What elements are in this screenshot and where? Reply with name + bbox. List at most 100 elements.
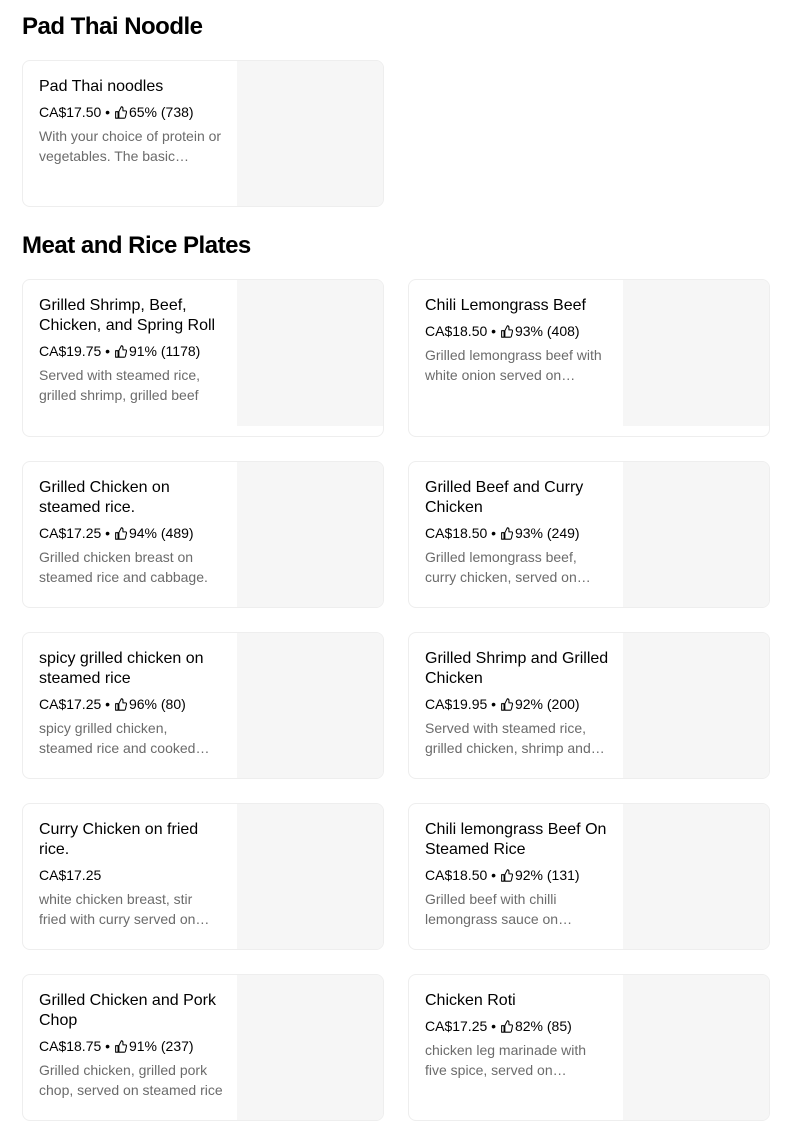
menu-item-name: Curry Chicken on fried rice. [39, 821, 199, 858]
menu-item-info: Curry Chicken on fried rice. CA$17.25 wh… [39, 820, 223, 929]
menu-item-card[interactable]: Grilled Chicken and Pork Chop CA$18.75 •… [22, 974, 384, 1121]
menu-item-price: CA$18.50 [425, 525, 488, 541]
thumbs-up-icon [500, 867, 514, 882]
menu-item-image [237, 804, 383, 949]
meta-separator: • [487, 1018, 500, 1034]
menu-item-meta: CA$18.50 • 92% (131) [425, 865, 609, 885]
menu-item-image [623, 804, 769, 949]
menu-item-price: CA$19.75 [39, 343, 102, 359]
menu-item-description: Grilled chicken, grilled pork chop, serv… [39, 1062, 223, 1098]
menu-item-name: Pad Thai noodles [39, 78, 164, 95]
menu-item-meta: CA$18.50 • 93% (249) [425, 523, 609, 543]
menu-item-rating: 96% (80) [128, 696, 186, 712]
menu-item-image [237, 462, 383, 607]
menu-item-price: CA$17.25 [39, 525, 102, 541]
meta-separator: • [101, 696, 114, 712]
meta-separator: • [101, 104, 114, 120]
menu-item-price: CA$17.50 [39, 104, 102, 120]
menu-item-price: CA$17.25 [425, 1018, 488, 1034]
menu-item-meta: CA$19.95 • 92% (200) [425, 694, 609, 714]
menu-item-card[interactable]: Chili lemongrass Beef On Steamed Rice CA… [408, 803, 770, 950]
menu-item-meta: CA$18.50 • 93% (408) [425, 321, 609, 341]
menu-item-card[interactable]: Curry Chicken on fried rice. CA$17.25 wh… [22, 803, 384, 950]
menu-item-description: Served with steamed rice, grilled shrimp… [39, 367, 201, 403]
menu-item-info: Grilled Chicken and Pork Chop CA$18.75 •… [39, 991, 223, 1100]
menu-item-info: Grilled Shrimp and Grilled Chicken CA$19… [425, 649, 609, 758]
menu-item-image [623, 462, 769, 607]
menu-item-info: Chili lemongrass Beef On Steamed Rice CA… [425, 820, 609, 929]
menu-item-info: Grilled Chicken on steamed rice. CA$17.2… [39, 478, 223, 587]
menu-item-name: spicy grilled chicken on steamed rice [39, 650, 204, 687]
menu-item-image [623, 280, 769, 426]
menu-item-info: Grilled Beef and Curry Chicken CA$18.50 … [425, 478, 609, 587]
meta-separator: • [487, 323, 500, 339]
menu-item-price: CA$18.50 [425, 323, 488, 339]
thumbs-up-icon [500, 323, 514, 338]
thumbs-up-icon [114, 525, 128, 540]
menu-item-price: CA$18.75 [39, 1038, 102, 1054]
menu-item-price: CA$17.25 [39, 867, 102, 883]
menu-item-description: With your choice of protein or vegetable… [39, 128, 222, 164]
menu-item-info: Pad Thai noodles CA$17.50 • 65% (738) Wi… [39, 77, 223, 166]
menu-item-meta: CA$17.25 • 82% (85) [425, 1016, 609, 1036]
menu-item-image [237, 61, 383, 206]
meta-separator: • [101, 1038, 114, 1054]
meta-separator: • [101, 525, 114, 541]
meta-separator: • [487, 696, 500, 712]
menu-item-description: Grilled chicken breast on steamed rice a… [39, 549, 208, 585]
menu-item-description: Grilled beef with chilli lemongrass sauc… [425, 891, 559, 927]
menu-item-description: Grilled lemongrass beef with white onion… [425, 347, 602, 383]
menu-item-info: Chili Lemongrass Beef CA$18.50 • 93% (40… [425, 296, 609, 385]
thumbs-up-icon [114, 1038, 128, 1053]
menu-item-price: CA$19.95 [425, 696, 488, 712]
menu-item-description: Served with steamed rice, grilled chicke… [425, 720, 591, 756]
menu-item-meta: CA$17.25 [39, 865, 223, 885]
menu-item-card[interactable]: Chicken Roti CA$17.25 • 82% (85) chicken… [408, 974, 770, 1121]
menu-item-meta: CA$18.75 • 91% (237) [39, 1036, 223, 1056]
thumbs-up-icon [114, 104, 128, 119]
menu-item-info: spicy grilled chicken on steamed rice CA… [39, 649, 223, 758]
menu-item-meta: CA$19.75 • 91% (1178) [39, 341, 223, 361]
menu-item-card[interactable]: Chili Lemongrass Beef CA$18.50 • 93% (40… [408, 279, 770, 437]
menu-item-rating: 92% (131) [514, 867, 580, 883]
menu-item-description: white chicken breast, stir fried with cu… [39, 891, 196, 927]
menu-item-name: Chili lemongrass Beef On Steamed Rice [425, 821, 607, 858]
menu-item-name: Grilled Chicken and Pork Chop [39, 992, 216, 1029]
menu-item-name: Chicken Roti [425, 992, 516, 1009]
thumbs-up-icon [114, 696, 128, 711]
menu-item-info: Grilled Shrimp, Beef, Chicken, and Sprin… [39, 296, 223, 405]
meta-separator: • [487, 525, 500, 541]
menu-item-meta: CA$17.25 • 96% (80) [39, 694, 223, 714]
menu-item-name: Chili Lemongrass Beef [425, 297, 586, 314]
thumbs-up-icon [114, 343, 128, 358]
menu-item-meta: CA$17.50 • 65% (738) [39, 102, 223, 122]
menu-item-rating: 94% (489) [128, 525, 194, 541]
menu-item-card[interactable]: Pad Thai noodles CA$17.50 • 65% (738) Wi… [22, 60, 384, 207]
menu-item-image [237, 975, 383, 1120]
menu-item-image [623, 633, 769, 778]
menu-item-rating: 91% (237) [128, 1038, 194, 1054]
menu-item-description: chicken leg marinade with five spice, se… [425, 1042, 587, 1078]
thumbs-up-icon [500, 696, 514, 711]
menu-item-name: Grilled Shrimp, Beef, Chicken, and Sprin… [39, 297, 216, 334]
menu-item-description: spicy grilled chicken, steamed rice and … [39, 720, 196, 756]
menu-item-card[interactable]: spicy grilled chicken on steamed rice CA… [22, 632, 384, 779]
menu-item-card[interactable]: Grilled Shrimp and Grilled Chicken CA$19… [408, 632, 770, 779]
thumbs-up-icon [500, 525, 514, 540]
menu-item-card[interactable]: Grilled Chicken on steamed rice. CA$17.2… [22, 461, 384, 608]
menu-item-price: CA$18.50 [425, 867, 488, 883]
menu-item-meta: CA$17.25 • 94% (489) [39, 523, 223, 543]
menu-item-rating: 82% (85) [514, 1018, 572, 1034]
thumbs-up-icon [500, 1018, 514, 1033]
menu-item-card[interactable]: Grilled Shrimp, Beef, Chicken, and Sprin… [22, 279, 384, 437]
menu-item-description: Grilled lemongrass beef, curry chicken, … [425, 549, 577, 585]
menu-item-rating: 91% (1178) [128, 343, 201, 359]
menu-item-rating: 93% (249) [514, 525, 580, 541]
menu-item-name: Grilled Chicken on steamed rice. [39, 479, 170, 516]
menu-item-image [623, 975, 769, 1120]
menu-item-rating: 93% (408) [514, 323, 580, 339]
menu-item-card[interactable]: Grilled Beef and Curry Chicken CA$18.50 … [408, 461, 770, 608]
menu-item-image [237, 280, 383, 426]
section-title-meat-rice: Meat and Rice Plates [22, 232, 251, 259]
menu-item-name: Grilled Beef and Curry Chicken [425, 479, 584, 516]
